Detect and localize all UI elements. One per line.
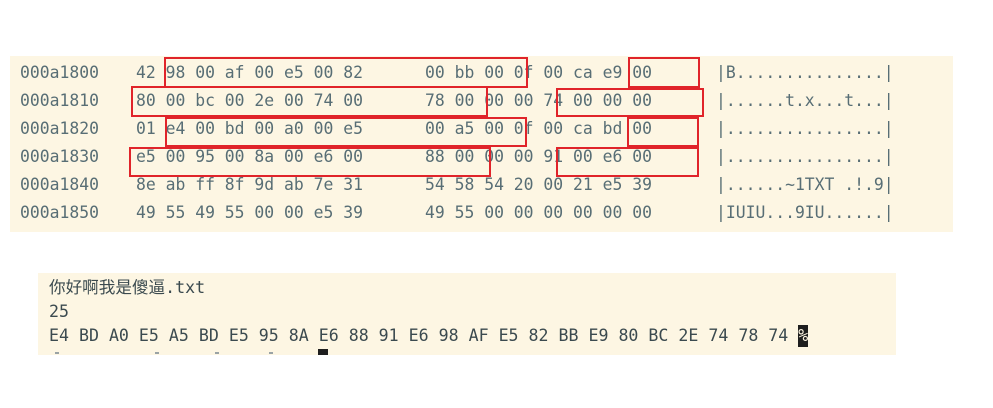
hex-ascii: |......~1TXT .!.9| — [716, 175, 894, 194]
hex-bytes-right: 78 00 00 00 74 00 00 00 — [425, 91, 652, 110]
hex-bytes-right: 49 55 00 00 00 00 00 00 — [425, 203, 652, 222]
hex-ascii: |......t.x...t...| — [716, 91, 894, 110]
hex-row: 000a1850 49 55 49 55 00 00 e5 39 49 55 0… — [10, 199, 953, 227]
hex-offset: 000a1830 — [20, 147, 99, 166]
terminal-cursor[interactable] — [318, 349, 328, 355]
hex-bytes-left: e5 00 95 00 8a 00 e6 00 — [136, 147, 363, 166]
terminal-output-panel: 你好啊我是傻逼.txt 25 E4 BD A0 E5 A5 BD E5 95 8… — [38, 273, 896, 355]
hex-offset: 000a1850 — [20, 203, 99, 222]
hex-bytes-right: 00 a5 00 0f 00 ca bd 00 — [425, 119, 652, 138]
hex-bytes-left: 80 00 bc 00 2e 00 74 00 — [136, 91, 363, 110]
hex-offset: 000a1800 — [20, 63, 99, 82]
hex-bytes-left: 49 55 49 55 00 00 e5 39 — [136, 203, 363, 222]
hex-bytes-right: 00 bb 00 0f 00 ca e9 00 — [425, 63, 652, 82]
hex-ascii: |................| — [716, 119, 894, 138]
hex-offset: 000a1820 — [20, 119, 99, 138]
hex-ascii: |B...............| — [716, 63, 894, 82]
next-prompt-line — [49, 348, 349, 355]
hex-offset: 000a1810 — [20, 91, 99, 110]
hex-row: 000a1800 42 98 00 af 00 e5 00 82 00 bb 0… — [10, 59, 953, 87]
hex-ascii: |IUIU...9IU......| — [716, 203, 894, 222]
hex-bytes-left: 01 e4 00 bd 00 a0 00 e5 — [136, 119, 363, 138]
hex-row: 000a1810 80 00 bc 00 2e 00 74 00 78 00 0… — [10, 87, 953, 115]
filename-extension: .txt — [165, 278, 206, 297]
hex-ascii: |................| — [716, 147, 894, 166]
filename-line: 你好啊我是傻逼.txt — [49, 276, 205, 300]
hex-bytes-right: 54 58 54 20 00 21 e5 39 — [425, 175, 652, 194]
hex-output-text: E4 BD A0 E5 A5 BD E5 95 8A E6 88 91 E6 9… — [49, 326, 799, 345]
hex-row: 000a1840 8e ab ff 8f 9d ab 7e 31 54 58 5… — [10, 171, 953, 199]
length-line: 25 — [49, 302, 69, 321]
hex-bytes-left: 8e ab ff 8f 9d ab 7e 31 — [136, 175, 363, 194]
hex-dump-panel: 000a1800 42 98 00 af 00 e5 00 82 00 bb 0… — [10, 56, 953, 232]
hex-row: 000a1820 01 e4 00 bd 00 a0 00 e5 00 a5 0… — [10, 115, 953, 143]
filename-text: 你好啊我是傻逼 — [49, 278, 166, 297]
hex-output-line: E4 BD A0 E5 A5 BD E5 95 8A E6 88 91 E6 9… — [49, 324, 809, 348]
hex-bytes-left: 42 98 00 af 00 e5 00 82 — [136, 63, 363, 82]
hex-row: 000a1830 e5 00 95 00 8a 00 e6 00 88 00 0… — [10, 143, 953, 171]
prompt-end-marker: % — [798, 325, 809, 347]
hex-offset: 000a1840 — [20, 175, 99, 194]
hex-bytes-right: 88 00 00 00 91 00 e6 00 — [425, 147, 652, 166]
